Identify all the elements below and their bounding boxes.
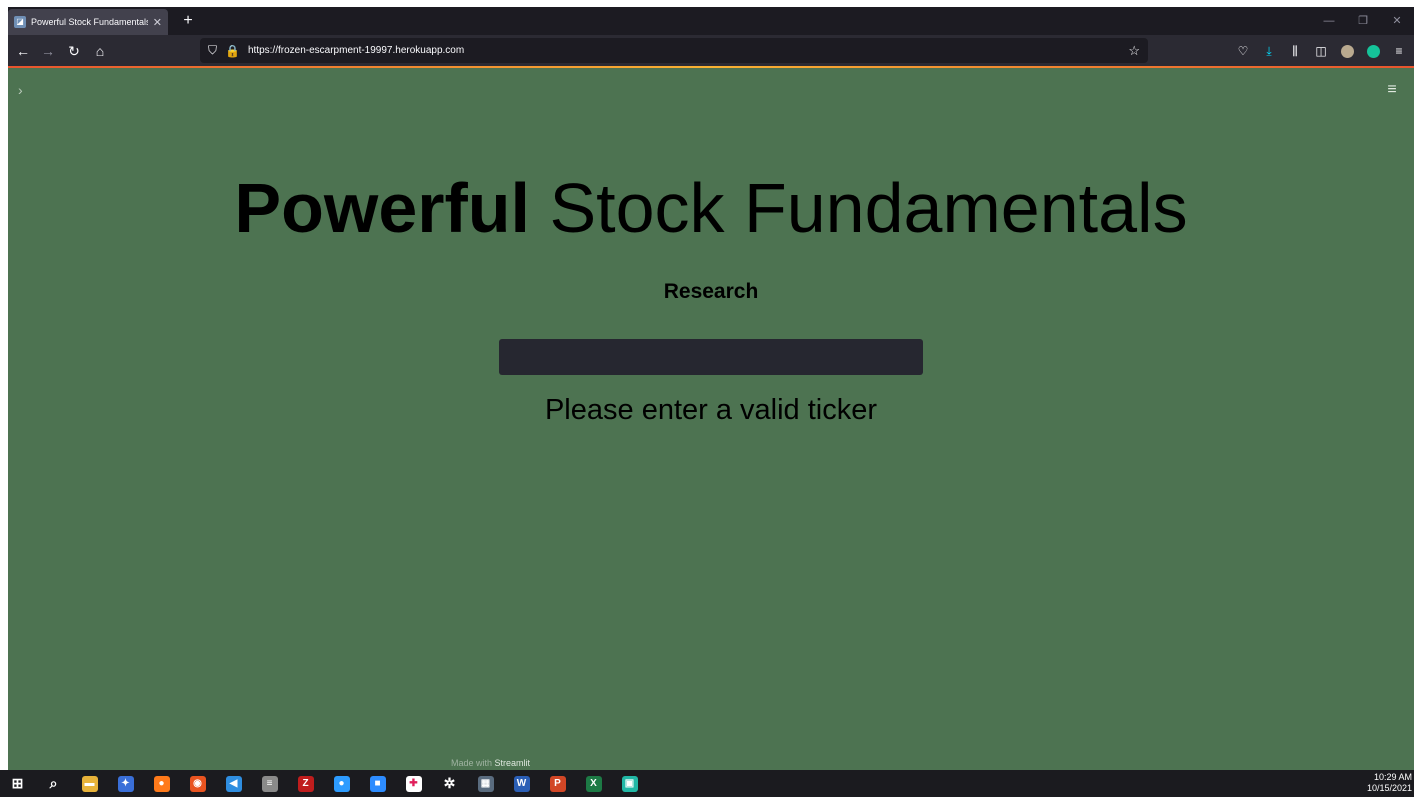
pocket-icon[interactable]: ♡: [1232, 40, 1254, 62]
vscode-icon-glyph: ◀: [225, 775, 242, 792]
tab-active[interactable]: ◪ Powerful Stock Fundamentals ✕: [8, 9, 168, 35]
lock-icon[interactable]: 🔒: [225, 44, 240, 58]
powerpoint-icon[interactable]: P: [546, 772, 569, 795]
url-text[interactable]: https://frozen-escarpment-19997.herokuap…: [248, 45, 1120, 56]
clock-date: 10/15/2021: [1366, 783, 1412, 793]
powerpoint-icon-glyph: P: [549, 775, 566, 792]
search-icon[interactable]: ⌕: [42, 772, 65, 795]
sidebar-icon[interactable]: ◫: [1310, 40, 1332, 62]
firefox-icon[interactable]: ●: [150, 772, 173, 795]
minimize-button[interactable]: —: [1312, 7, 1346, 35]
main-menu-hamburger-icon[interactable]: ≡: [1382, 80, 1402, 100]
account-avatar-icon[interactable]: [1336, 40, 1358, 62]
footer: Made with Streamlit: [451, 758, 530, 768]
streamlit-app: › ≡ Powerful Stock Fundamentals Research…: [8, 68, 1414, 770]
word-icon[interactable]: W: [510, 772, 533, 795]
filezilla-icon[interactable]: Z: [294, 772, 317, 795]
ubuntu-icon[interactable]: ◉: [186, 772, 209, 795]
menu-icon[interactable]: ≡: [1388, 40, 1410, 62]
file-explorer-icon-glyph: ▬: [81, 775, 98, 792]
file-explorer-icon[interactable]: ▬: [78, 772, 101, 795]
calculator-icon[interactable]: ▦: [474, 772, 497, 795]
navigation-bar: ← → ↻ ⌂ ⛉ 🔒 https://frozen-escarpment-19…: [8, 35, 1414, 66]
firefox-icon-glyph: ●: [153, 775, 170, 792]
database-icon-glyph: ≡: [261, 775, 278, 792]
app-icon-3[interactable]: ▣: [618, 772, 641, 795]
streamlit-favicon-icon: ◪: [14, 16, 26, 28]
zoom-icon-glyph: ■: [369, 775, 386, 792]
slack-icon-glyph: ✚: [405, 775, 422, 792]
sidebar-toggle-chevron-icon[interactable]: ›: [18, 82, 34, 98]
library-icon[interactable]: ⫼: [1284, 40, 1306, 62]
home-button[interactable]: ⌂: [89, 40, 111, 62]
forward-button[interactable]: →: [37, 40, 59, 62]
downloads-icon[interactable]: ⤓: [1258, 40, 1280, 62]
taskbar-apps: ⊞ ⌕ ▬ ✦ ● ◉ ◀ ≡ Z ● ■ ✚ ✲ ▦ W P X ▣: [6, 772, 641, 795]
page-title: Powerful Stock Fundamentals: [8, 168, 1414, 248]
settings-icon-glyph: ✲: [443, 775, 456, 791]
tab-strip: ◪ Powerful Stock Fundamentals ✕ + — ❐ ✕: [8, 7, 1414, 35]
tracking-shield-icon[interactable]: ⛉: [208, 43, 217, 58]
url-bar[interactable]: ⛉ 🔒 https://frozen-escarpment-19997.hero…: [200, 38, 1148, 63]
system-clock[interactable]: 10:29 AM 10/15/2021: [1367, 772, 1412, 794]
bookmark-star-icon[interactable]: ☆: [1128, 43, 1140, 59]
screen: ◪ Powerful Stock Fundamentals ✕ + — ❐ ✕ …: [0, 0, 1414, 797]
excel-icon[interactable]: X: [582, 772, 605, 795]
filezilla-icon-glyph: Z: [297, 775, 314, 792]
firefox-window: ◪ Powerful Stock Fundamentals ✕ + — ❐ ✕ …: [8, 7, 1414, 770]
page-title-bold: Powerful: [234, 169, 531, 247]
start-icon-glyph: ⊞: [11, 775, 24, 791]
search-icon-glyph: ⌕: [49, 775, 58, 791]
app-icon-1-glyph: ✦: [117, 775, 134, 792]
start-icon[interactable]: ⊞: [6, 772, 29, 795]
app-icon-1[interactable]: ✦: [114, 772, 137, 795]
close-window-button[interactable]: ✕: [1380, 7, 1414, 35]
clock-time: 10:29 AM: [1373, 772, 1412, 782]
back-button[interactable]: ←: [12, 40, 34, 62]
tab-close-icon[interactable]: ✕: [153, 16, 162, 29]
research-heading: Research: [663, 280, 759, 303]
reload-button[interactable]: ↻: [63, 40, 85, 62]
windows-taskbar: ⊞ ⌕ ▬ ✦ ● ◉ ◀ ≡ Z ● ■ ✚ ✲ ▦ W P X ▣ 10:29 AM 10/15/2021: [0, 770, 1414, 797]
slack-icon[interactable]: ✚: [402, 772, 425, 795]
app-icon-3-glyph: ▣: [621, 775, 638, 792]
tab-title: Powerful Stock Fundamentals: [31, 17, 148, 27]
ubuntu-icon-glyph: ◉: [189, 775, 206, 792]
window-controls: — ❐ ✕: [1312, 7, 1414, 35]
app-icon-2[interactable]: ●: [330, 772, 353, 795]
excel-icon-glyph: X: [585, 775, 602, 792]
new-tab-button[interactable]: +: [178, 11, 198, 31]
word-icon-glyph: W: [513, 775, 530, 792]
app-icon-2-glyph: ●: [333, 775, 350, 792]
settings-icon[interactable]: ✲: [438, 772, 461, 795]
ticker-input[interactable]: [499, 339, 923, 375]
streamlit-link[interactable]: Streamlit: [495, 758, 531, 768]
calculator-icon-glyph: ▦: [477, 775, 494, 792]
database-icon[interactable]: ≡: [258, 772, 281, 795]
restore-button[interactable]: ❐: [1346, 7, 1380, 35]
zoom-icon[interactable]: ■: [366, 772, 389, 795]
vscode-icon[interactable]: ◀: [222, 772, 245, 795]
footer-prefix: Made with: [451, 758, 495, 768]
page-title-rest: Stock Fundamentals: [530, 169, 1188, 247]
grammarly-extension-icon[interactable]: [1362, 40, 1384, 62]
toolbar-icons: ♡ ⤓ ⫼ ◫ ≡: [1232, 40, 1410, 62]
validation-message: Please enter a valid ticker: [544, 394, 878, 426]
